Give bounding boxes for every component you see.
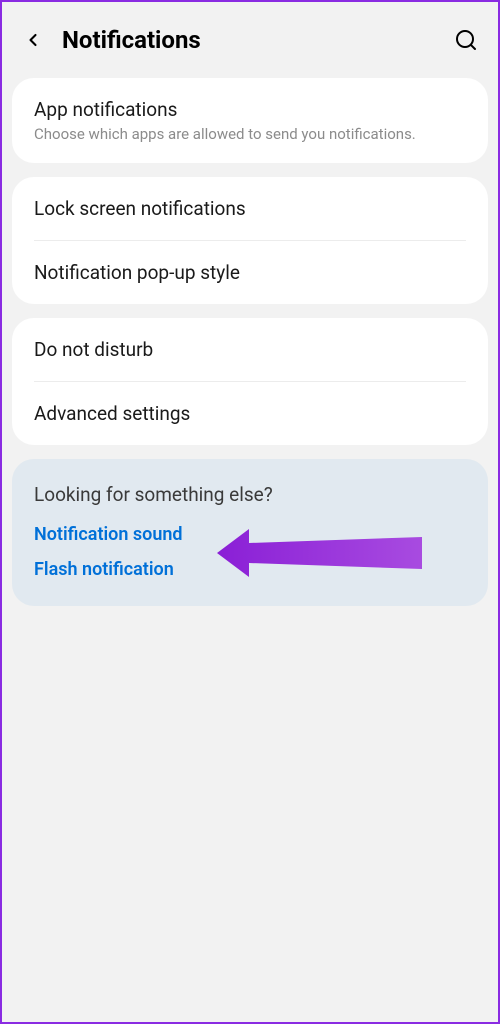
- header-left: Notifications: [22, 26, 201, 54]
- header-bar: Notifications: [12, 12, 488, 78]
- notifications-style-card: Lock screen notifications Notification p…: [12, 177, 488, 304]
- app-notifications-card: App notifications Choose which apps are …: [12, 78, 488, 163]
- item-title: Do not disturb: [34, 338, 466, 361]
- settings-card: Do not disturb Advanced settings: [12, 318, 488, 445]
- info-card: Looking for something else? Notification…: [12, 459, 488, 606]
- page-title: Notifications: [62, 26, 201, 54]
- lock-screen-notifications-item[interactable]: Lock screen notifications: [12, 177, 488, 240]
- notification-sound-link[interactable]: Notification sound: [34, 524, 466, 545]
- item-title: Notification pop-up style: [34, 261, 466, 284]
- flash-notification-link[interactable]: Flash notification: [34, 559, 466, 580]
- info-title: Looking for something else?: [34, 483, 466, 506]
- advanced-settings-item[interactable]: Advanced settings: [12, 382, 488, 445]
- item-title: App notifications: [34, 98, 466, 121]
- item-desc: Choose which apps are allowed to send yo…: [34, 125, 466, 145]
- popup-style-item[interactable]: Notification pop-up style: [12, 241, 488, 304]
- search-icon[interactable]: [454, 28, 478, 52]
- item-title: Lock screen notifications: [34, 197, 466, 220]
- item-title: Advanced settings: [34, 402, 466, 425]
- app-notifications-item[interactable]: App notifications Choose which apps are …: [12, 78, 488, 163]
- back-icon[interactable]: [22, 29, 44, 51]
- do-not-disturb-item[interactable]: Do not disturb: [12, 318, 488, 381]
